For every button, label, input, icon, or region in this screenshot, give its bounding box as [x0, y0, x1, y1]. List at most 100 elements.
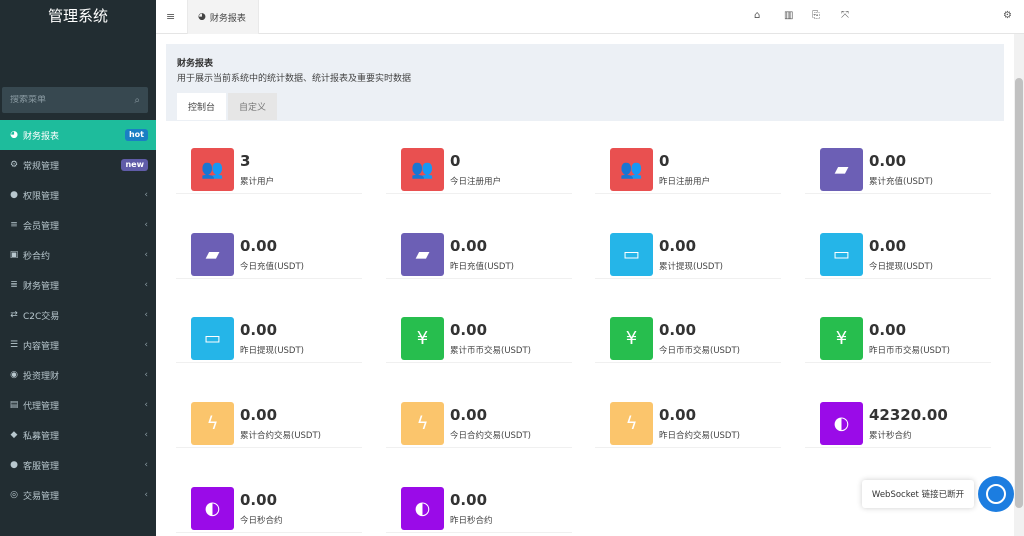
menu-toggle-icon[interactable]: ≡: [166, 10, 175, 23]
search-icon[interactable]: ⌕: [134, 95, 140, 106]
database-icon: ≣: [10, 280, 18, 290]
panel-title: 财务报表: [177, 59, 214, 69]
sidebar-item-label: 财务报表: [23, 131, 60, 142]
stat-icon: 👥: [610, 148, 653, 191]
main-content: 财务报表 用于展示当前系统中的统计数据、统计报表及重要实时数据 控制台 自定义 …: [156, 34, 1014, 536]
stat-value: 0.00: [240, 321, 278, 339]
tab-custom[interactable]: 自定义: [228, 93, 278, 120]
group-icon: ●: [10, 190, 18, 200]
stat-card: ¥0.00 昨日币币交易(USDT): [805, 301, 991, 363]
sidebar-item-6[interactable]: ⇄ C2C交易 ‹: [0, 300, 156, 330]
stat-label: 累计用户: [240, 177, 275, 187]
dashboard-icon: ◕: [198, 12, 206, 22]
stat-label: 昨日注册用户: [659, 177, 711, 187]
stat-card: ϟ 0.00 今日合约交易(USDT): [386, 386, 572, 448]
sidebar-item-4[interactable]: ▣ 秒合约 ‹: [0, 240, 156, 270]
stat-icon: ▰: [191, 233, 234, 276]
stat-card: ▭ 0.00 累计提现(USDT): [595, 217, 781, 279]
sidebar-item-7[interactable]: ☰ 内容管理 ‹: [0, 330, 156, 360]
stat-value: 0.00: [240, 406, 278, 424]
sidebar-item-9[interactable]: ▤ 代理管理 ‹: [0, 390, 156, 420]
sidebar-item-10[interactable]: ◆ 私募管理 ‹: [0, 420, 156, 450]
stat-card: ▰ 0.00 累计充值(USDT): [805, 132, 991, 194]
stat-label: 昨日充值(USDT): [450, 262, 514, 272]
stat-icon: 👥: [191, 148, 234, 191]
eye-icon: ◎: [10, 490, 18, 500]
sidebar-item-label: 内容管理: [23, 341, 60, 352]
sidebar-item-5[interactable]: ≣ 财务管理 ‹: [0, 270, 156, 300]
exchange-icon: ⇄: [10, 310, 18, 320]
chevron-left-icon: ‹: [144, 460, 148, 470]
dashboard-icon: ◕: [10, 130, 18, 140]
tab-console[interactable]: 控制台: [177, 93, 227, 120]
stat-icon: 👥: [401, 148, 444, 191]
stat-icon: ϟ: [610, 402, 653, 445]
sidebar-item-label: C2C交易: [23, 311, 60, 322]
search-input[interactable]: [10, 95, 120, 105]
chevron-left-icon: ‹: [144, 400, 148, 410]
stat-value: 0: [659, 152, 670, 170]
chevron-left-icon: ‹: [144, 430, 148, 440]
chat-icon: [986, 484, 1006, 504]
chevron-left-icon: ‹: [144, 370, 148, 380]
websocket-status: WebSocket 链接已断开: [862, 480, 974, 508]
stat-card: ◐ 0.00 昨日秒合约: [386, 471, 572, 533]
tab-finance-report[interactable]: ◕ 财务报表: [187, 0, 259, 34]
stat-card: 👥 3 累计用户: [176, 132, 362, 194]
menu-search[interactable]: ⌕: [2, 87, 148, 113]
sidebar-item-11[interactable]: ● 客服管理 ‹: [0, 450, 156, 480]
stat-icon: ¥: [820, 317, 863, 360]
sidebar-item-3[interactable]: ≡ 会员管理 ‹: [0, 210, 156, 240]
stat-value: 0.00: [869, 321, 907, 339]
stat-value: 0.00: [869, 237, 907, 255]
stat-value: 0.00: [450, 491, 488, 509]
stat-icon: ◐: [820, 402, 863, 445]
stats-grid: 👥 3 累计用户 👥 0 今日注册用户 👥 0 昨日注册用户 ▰ 0.00 累计充值(USDT) ▰ 0.…: [166, 121, 1004, 536]
stat-card: ϟ 0.00 昨日合约交易(USDT): [595, 386, 781, 448]
trash-icon[interactable]: ▥: [784, 10, 793, 21]
stat-label: 昨日合约交易(USDT): [659, 431, 740, 441]
sidebar-item-8[interactable]: ◉ 投资理财 ‹: [0, 360, 156, 390]
stat-card: ◐ 42320.00 累计秒合约: [805, 386, 991, 448]
fullscreen-icon[interactable]: ⤧: [841, 10, 849, 21]
sidebar-item-label: 私募管理: [23, 431, 60, 442]
stat-card: ◐ 0.00 今日秒合约: [176, 471, 362, 533]
stat-label: 今日提现(USDT): [869, 262, 933, 272]
stat-value: 0.00: [659, 237, 697, 255]
stat-icon: ◐: [401, 487, 444, 530]
chevron-left-icon: ‹: [144, 310, 148, 320]
stat-card: ¥0.00 今日币币交易(USDT): [595, 301, 781, 363]
chevron-left-icon: ‹: [144, 490, 148, 500]
sidebar-item-12[interactable]: ◎ 交易管理 ‹: [0, 480, 156, 510]
stat-card: ▰ 0.00 昨日充值(USDT): [386, 217, 572, 279]
sidebar-item-label: 秒合约: [23, 251, 51, 262]
scrollbar[interactable]: [1014, 34, 1024, 536]
chevron-left-icon: ‹: [144, 190, 148, 200]
calendar-icon: ▣: [9, 250, 19, 260]
stat-value: 42320.00: [869, 406, 948, 424]
sidebar-item-2[interactable]: ● 权限管理 ‹: [0, 180, 156, 210]
scrollbar-thumb[interactable]: [1015, 78, 1023, 508]
comment-icon: ●: [10, 460, 18, 470]
stat-icon: ▭: [610, 233, 653, 276]
home-icon[interactable]: ⌂: [754, 10, 760, 21]
stat-label: 今日币币交易(USDT): [659, 346, 740, 356]
settings-icon[interactable]: ⚙: [1003, 10, 1012, 21]
panel-tabs: 控制台 自定义: [177, 93, 278, 120]
stat-label: 累计合约交易(USDT): [240, 431, 321, 441]
chat-button[interactable]: [978, 476, 1014, 512]
stat-card: 👥 0 今日注册用户: [386, 132, 572, 194]
sidebar-item-0[interactable]: ◕ 财务报表 hot: [0, 120, 156, 150]
stat-label: 今日充值(USDT): [240, 262, 304, 272]
stat-card: 👥 0 昨日注册用户: [595, 132, 781, 194]
chevron-left-icon: ‹: [144, 220, 148, 230]
panel-subtitle: 用于展示当前系统中的统计数据、统计报表及重要实时数据: [177, 74, 412, 84]
brand-title: 管理系统: [47, 7, 108, 25]
stat-value: 3: [240, 152, 251, 170]
sidebar-item-label: 投资理财: [23, 371, 60, 382]
sidebar-item-1[interactable]: ⚙ 常规管理 new: [0, 150, 156, 180]
stat-value: 0.00: [450, 237, 488, 255]
stat-label: 累计币币交易(USDT): [450, 346, 531, 356]
sidebar-item-label: 常规管理: [23, 161, 60, 172]
translate-icon[interactable]: ⎘: [812, 10, 820, 21]
